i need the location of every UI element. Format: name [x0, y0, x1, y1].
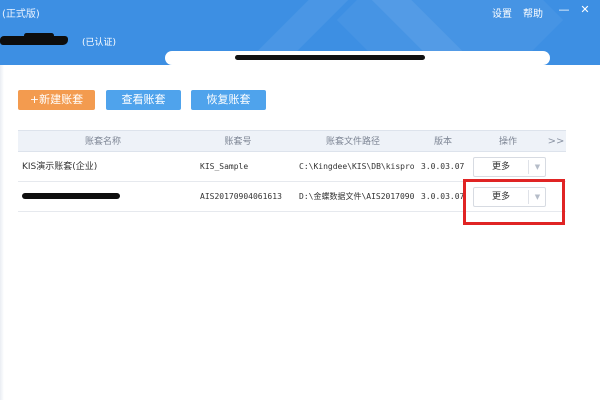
window-edge [0, 65, 4, 400]
redaction-mark [235, 55, 425, 60]
account-number-cell: AIS20170904061613 [200, 192, 282, 201]
table-header: 账套名称 账套号 账套文件路径 版本 操作 >> [18, 130, 566, 152]
header-file-path: 账套文件路径 [325, 137, 380, 147]
app-window: (正式版) 设置 帮助 — ✕ (已认证) +新建账套 查看账套 恢复账套 账套… [0, 0, 600, 400]
company-name-redacted [0, 33, 76, 47]
header-banner: (正式版) 设置 帮助 — ✕ (已认证) [0, 0, 600, 65]
more-split-button: 更多 ▼ [473, 157, 546, 177]
file-path-cell: D:\金蝶数据文件\AIS2017090 [299, 192, 415, 201]
redaction-mark [24, 33, 54, 38]
header-version: 版本 [433, 137, 452, 147]
version-cell: 3.0.03.07 [421, 162, 465, 171]
account-name-cell: KIS演示账套(企业) [22, 162, 98, 172]
minimize-button[interactable]: — [557, 3, 571, 17]
file-path-cell: C:\Kingdee\KIS\DB\kispro\ [299, 162, 415, 171]
account-name-cell [22, 182, 188, 212]
chevron-down-icon[interactable]: ▼ [529, 158, 546, 176]
restore-account-button[interactable]: 恢复账套 [191, 90, 266, 110]
close-button[interactable]: ✕ [578, 3, 592, 17]
header-account-number: 账套号 [224, 137, 252, 147]
window-title: (正式版) [2, 9, 40, 20]
expand-columns-button[interactable]: >> [546, 131, 566, 153]
version-cell: 3.0.03.07 [421, 192, 465, 201]
help-link[interactable]: 帮助 [523, 5, 543, 20]
info-bar [165, 51, 550, 65]
highlight-annotation-box [463, 179, 565, 225]
more-button[interactable]: 更多 [474, 158, 528, 176]
header-account-name: 账套名称 [84, 137, 121, 147]
settings-link[interactable]: 设置 [492, 5, 512, 20]
table-row[interactable]: KIS演示账套(企业) KIS_Sample C:\Kingdee\KIS\DB… [18, 152, 566, 182]
redaction-mark [22, 193, 120, 199]
view-account-button[interactable]: 查看账套 [106, 90, 181, 110]
account-number-cell: KIS_Sample [200, 162, 249, 171]
new-account-button[interactable]: +新建账套 [18, 90, 95, 110]
certified-label: (已认证) [82, 38, 117, 48]
header-operation: 操作 [498, 137, 517, 147]
